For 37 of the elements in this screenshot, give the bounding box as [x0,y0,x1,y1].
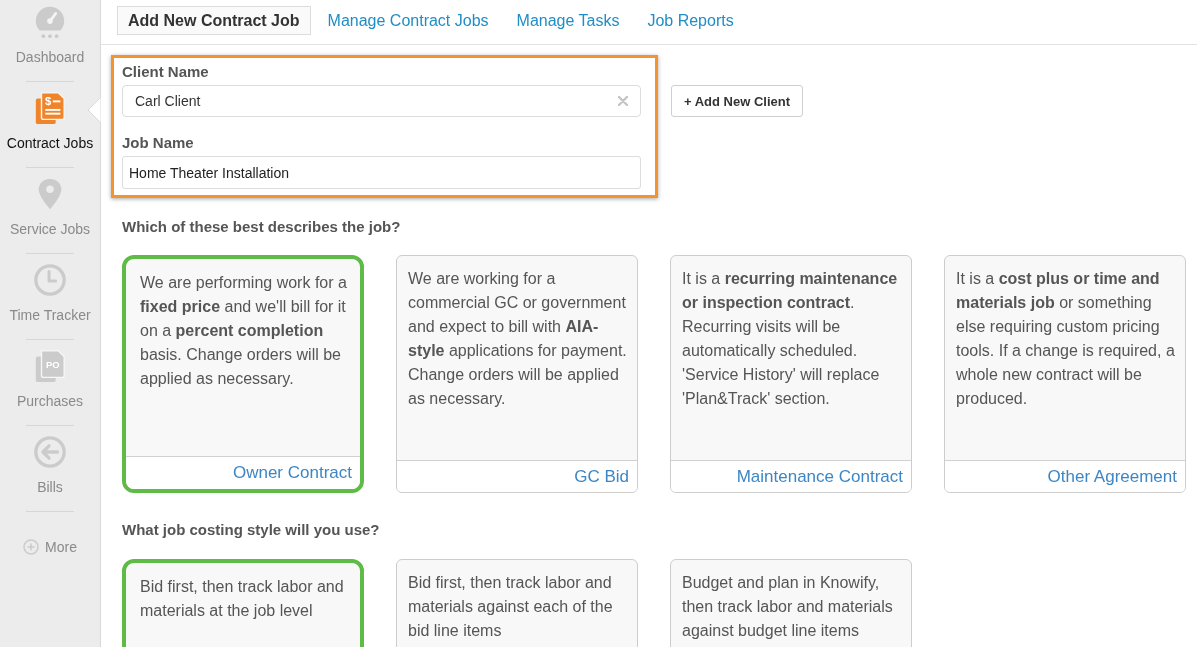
job-type-description: We are working for a commercial GC or government and expect to bill with AIA-style applications for payment. Change orders will be applied as necessary. [408,269,628,409]
clock-icon [33,263,67,297]
costing-style-description: Budget and plan in Knowify, then track labor and materials against budget line items [682,573,894,641]
job-type-card[interactable]: We are working for a commercial GC or government and expect to bill with AIA-style applications for payment. Change orders will be applied as necessary. GC Bid [396,255,638,493]
add-client-button[interactable]: + Add New Client [671,85,804,117]
costing-style-card[interactable]: Budget and plan in Knowify, then track labor and materials against budget line items [670,559,912,647]
job-type-description: It is a cost plus or time and materials job or something else requiring custom pricing tools. If a change is required, a whole new contract will be produced. [956,269,1176,409]
sidebar-nav-item[interactable]: Bills [0,426,100,511]
plus-circle-icon [23,539,40,555]
costing-style-card[interactable]: Bid first, then track labor and materials at the job level [122,559,364,647]
costing-style-description: Bid first, then track labor and materials at the job level [140,577,345,621]
field-label: Job Name [122,135,194,151]
job-name-field[interactable]: Home Theater Installation [122,156,641,189]
sidebar-nav-item[interactable]: $ Contract Jobs [0,82,100,167]
costing-style-card[interactable]: Bid first, then track labor and materials against each of the bid line items [396,559,638,647]
job-type-card[interactable]: It is a recurring maintenance or inspection contract. Recurring visits will be automatically scheduled. 'Service History' will replace 'Plan&Track' section. Maintenance Contract [670,255,912,493]
field-label: Client Name [122,64,209,80]
costing-style-description: Bid first, then track labor and materials against each of the bid line items [408,573,614,641]
sidebar-nav-item[interactable]: Dashboard [0,0,100,81]
nav-tab[interactable]: Job Reports [636,6,745,35]
nav-tab[interactable]: Manage Contract Jobs [316,6,500,35]
job-type-description: We are performing work for a fixed price and we'll bill for it on a percent completion basis. Change orders will be applied as necessary. [140,273,348,389]
nav-tab[interactable]: Manage Tasks [505,6,631,35]
sidebar-nav-item[interactable]: Time Tracker [0,254,100,339]
back-arrow-circle-icon [33,435,67,469]
gauge-icon [33,5,67,39]
job-type-description: It is a recurring maintenance or inspection contract. Recurring visits will be automatically scheduled. 'Service History' will replace 'Plan&Track' section. [682,269,899,409]
job-type-card[interactable]: We are performing work for a fixed price and we'll bill for it on a percent completion basis. Change orders will be applied as necessary. Owner Contract [122,255,364,493]
section-question: Which of these best describes the job? [122,219,401,235]
clear-icon[interactable] [618,96,628,106]
sidebar-nav-item[interactable]: Service Jobs [0,168,100,253]
nav-tab[interactable]: Add New Contract Job [117,6,311,35]
more-button[interactable]: More [17,538,83,556]
job-type-link[interactable]: GC Bid [574,466,629,487]
section-question: What job costing style will you use? [122,522,380,538]
client-select-field[interactable]: Carl Client [122,85,641,117]
job-type-card[interactable]: It is a cost plus or time and materials job or something else requiring custom pricing tools. If a change is required, a whole new contract will be produced. Other Agreement [944,255,1186,493]
